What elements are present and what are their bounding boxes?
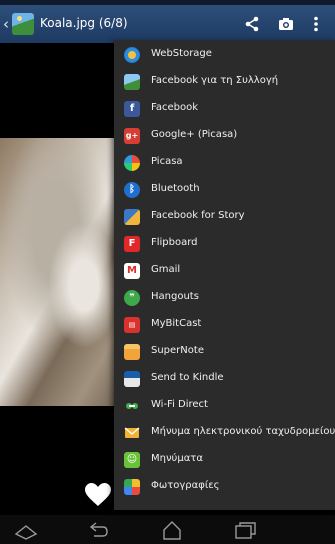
google-plus-icon: g+ xyxy=(124,128,140,144)
share-item-supernote[interactable]: SuperNote xyxy=(114,339,335,366)
share-item-photos[interactable]: Φωτογραφίες xyxy=(114,474,335,501)
mybitcast-icon: ▤ xyxy=(124,317,140,333)
facebook-icon: f xyxy=(124,101,140,117)
overflow-menu-icon[interactable] xyxy=(312,16,320,32)
gallery-thumbnail-icon[interactable] xyxy=(12,13,34,35)
share-icon[interactable] xyxy=(244,16,260,32)
messages-icon: ☺ xyxy=(124,452,140,468)
home-icon[interactable] xyxy=(160,520,184,540)
chevron-left-icon[interactable]: ‹ xyxy=(3,15,11,33)
gmail-icon: M xyxy=(124,263,140,279)
share-item-webstorage[interactable]: WebStorage xyxy=(114,42,335,69)
story-icon xyxy=(124,209,140,225)
wifi-direct-icon xyxy=(124,398,140,414)
action-bar: ‹ Koala.jpg (6/8) xyxy=(0,5,335,43)
share-item-google-plus[interactable]: g+ Google+ (Picasa) xyxy=(114,123,335,150)
webstorage-icon xyxy=(124,47,140,63)
share-item-wifi-direct[interactable]: Wi-Fi Direct xyxy=(114,393,335,420)
bluetooth-icon: ᛒ xyxy=(124,182,140,198)
gallery-icon xyxy=(124,74,140,90)
hangouts-icon: ❞ xyxy=(124,290,140,306)
kindle-icon xyxy=(124,371,140,387)
heart-icon[interactable] xyxy=(85,483,111,507)
back-icon[interactable] xyxy=(88,520,110,540)
share-item-facebook-story[interactable]: Facebook for Story xyxy=(114,204,335,231)
home-screen-icon[interactable] xyxy=(14,520,38,540)
photos-icon xyxy=(124,479,140,495)
recent-apps-icon[interactable] xyxy=(232,520,258,540)
navigation-bar xyxy=(0,515,335,544)
supernote-icon xyxy=(124,344,140,360)
camera-icon[interactable] xyxy=(278,16,294,32)
share-item-bluetooth[interactable]: ᛒ Bluetooth xyxy=(114,177,335,204)
share-item-gmail[interactable]: M Gmail xyxy=(114,258,335,285)
share-item-messages[interactable]: ☺ Μηνύματα xyxy=(114,447,335,474)
share-item-facebook[interactable]: f Facebook xyxy=(114,96,335,123)
share-menu: WebStorage Facebook για τη Συλλογή f Fac… xyxy=(114,40,335,510)
share-item-flipboard[interactable]: F Flipboard xyxy=(114,231,335,258)
share-item-hangouts[interactable]: ❞ Hangouts xyxy=(114,285,335,312)
email-icon xyxy=(124,425,140,441)
page-title: Koala.jpg (6/8) xyxy=(40,16,128,30)
share-item-facebook-gallery[interactable]: Facebook για τη Συλλογή xyxy=(114,69,335,96)
share-item-mybitcast[interactable]: ▤ MyBitCast xyxy=(114,312,335,339)
flipboard-icon: F xyxy=(124,236,140,252)
share-item-picasa[interactable]: Picasa xyxy=(114,150,335,177)
picasa-icon xyxy=(124,155,140,171)
share-item-email[interactable]: Μήνυμα ηλεκτρονικού ταχυδρομείου xyxy=(114,420,335,447)
share-item-send-to-kindle[interactable]: Send to Kindle xyxy=(114,366,335,393)
